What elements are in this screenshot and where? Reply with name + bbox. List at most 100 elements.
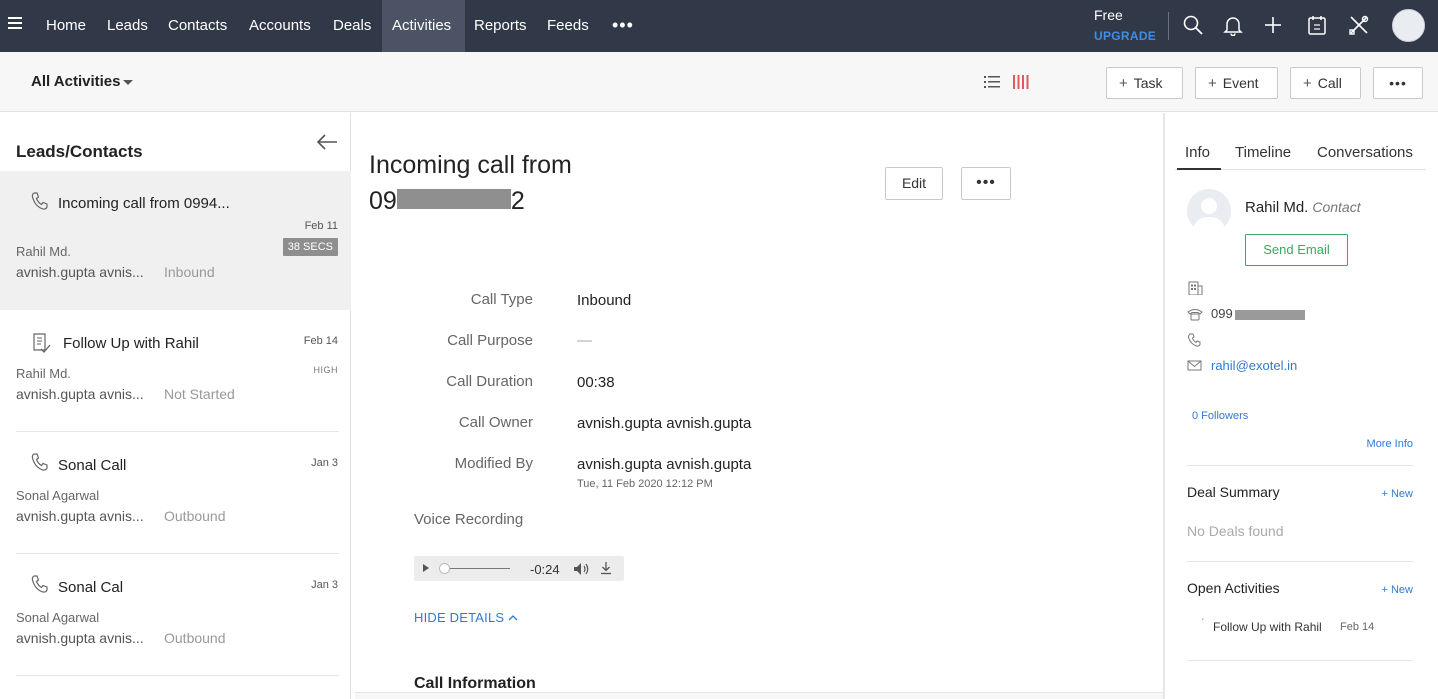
call-title: Incoming call from 09 2	[369, 147, 572, 219]
new-task-button[interactable]: + Task	[1106, 67, 1183, 99]
list-item[interactable]: Sonal Cal Jan 3 Sonal Agarwal avnish.gup…	[0, 554, 351, 676]
contact-name[interactable]: Rahil Md. Contact	[1245, 199, 1361, 216]
field-value[interactable]: 00:38	[577, 374, 615, 391]
list-item[interactable]: Follow Up with Rahil Feb 14 HIGH Rahil M…	[0, 310, 351, 432]
active-tab-indicator	[1177, 168, 1221, 170]
list-item-owner: avnish.gupta avnis...	[16, 508, 144, 524]
building-icon	[1188, 281, 1203, 295]
new-call-button[interactable]: + Call	[1290, 67, 1361, 99]
field-value[interactable]: Inbound	[577, 292, 631, 309]
search-icon[interactable]	[1182, 14, 1204, 36]
person-icon	[1193, 198, 1225, 233]
more-info-link[interactable]: More Info	[1367, 438, 1413, 450]
list-item-owner: avnish.gupta avnis...	[16, 386, 144, 402]
new-activity-link[interactable]: + New	[1382, 584, 1414, 596]
open-activity-title[interactable]: Follow Up with Rahil	[1213, 620, 1322, 634]
audio-progress-track[interactable]	[442, 568, 510, 569]
calendar-icon[interactable]	[1306, 14, 1328, 36]
header-more-button[interactable]: •••	[1373, 67, 1423, 99]
tab-info[interactable]: Info	[1185, 144, 1210, 161]
nav-deals[interactable]: Deals	[323, 0, 381, 52]
list-item[interactable]: Incoming call from 0994... Feb 11 38 SEC…	[0, 171, 351, 310]
list-item[interactable]: Sonal Call Jan 3 Sonal Agarwal avnish.gu…	[0, 432, 351, 554]
list-item-status: Outbound	[164, 630, 226, 646]
contact-avatar[interactable]	[1187, 189, 1231, 233]
tools-icon[interactable]	[1348, 14, 1370, 36]
list-title: Leads/Contacts	[16, 142, 143, 161]
chevron-up-icon[interactable]	[507, 613, 519, 622]
list-item-contact: Sonal Agarwal	[16, 610, 100, 625]
menu-icon[interactable]	[8, 17, 22, 31]
top-navigation: Home Leads Contacts Accounts Deals Activ…	[0, 0, 1438, 52]
list-item-contact: Sonal Agarwal	[16, 488, 100, 503]
phone-icon	[31, 453, 48, 471]
tab-timeline[interactable]: Timeline	[1235, 144, 1291, 161]
contact-phone[interactable]: 099	[1211, 306, 1305, 321]
new-event-button[interactable]: + Event	[1195, 67, 1278, 99]
task-icon	[33, 333, 51, 353]
nav-divider	[1168, 12, 1169, 40]
user-avatar[interactable]	[1392, 9, 1425, 42]
nav-contacts[interactable]: Contacts	[158, 0, 237, 52]
detail-more-button[interactable]: •••	[961, 167, 1011, 200]
list-item-date: Jan 3	[311, 457, 338, 469]
list-item-status: Inbound	[164, 264, 215, 280]
list-item-date: Feb 11	[304, 220, 338, 232]
section-divider	[1187, 561, 1413, 562]
list-view-icon[interactable]	[984, 74, 1000, 90]
list-item-status: Not Started	[164, 386, 235, 402]
followers-link[interactable]: 0 Followers	[1192, 410, 1248, 422]
audio-time: -0:24	[530, 562, 560, 577]
new-call-label: Call	[1317, 75, 1342, 91]
chevron-down-icon[interactable]	[123, 80, 133, 85]
download-icon[interactable]	[600, 561, 612, 575]
play-icon[interactable]	[423, 564, 429, 572]
edit-button[interactable]: Edit	[885, 167, 943, 200]
back-arrow-icon[interactable]	[316, 133, 338, 151]
volume-icon[interactable]	[573, 562, 591, 576]
contact-email-link[interactable]: rahil@exotel.in	[1211, 358, 1297, 373]
plan-label: Free	[1094, 7, 1123, 23]
kanban-view-icon[interactable]	[1013, 74, 1029, 90]
upgrade-link[interactable]: UPGRADE	[1094, 29, 1156, 43]
voice-recording-label: Voice Recording	[414, 511, 524, 528]
plus-icon: +	[1208, 75, 1217, 92]
field-label: Call Duration	[446, 373, 533, 390]
nav-activities[interactable]: Activities	[382, 0, 465, 52]
nav-feeds[interactable]: Feeds	[537, 0, 599, 52]
sub-header: All Activities + Task + Event + Call •••	[0, 52, 1438, 112]
call-number-suffix: 2	[510, 187, 525, 215]
info-pane: Info Timeline Conversations Rahil Md. Con…	[1163, 113, 1438, 699]
redacted-number	[396, 189, 511, 210]
nav-reports[interactable]: Reports	[464, 0, 537, 52]
new-deal-link[interactable]: + New	[1382, 488, 1414, 500]
field-value[interactable]: —	[577, 332, 592, 349]
section-divider	[1187, 465, 1413, 466]
list-item-title: Incoming call from 0994...	[58, 195, 230, 212]
send-email-button[interactable]: Send Email	[1245, 234, 1348, 266]
list-item-date: Jan 3	[311, 579, 338, 591]
list-item-owner: avnish.gupta avnis...	[16, 630, 144, 646]
nav-more-button[interactable]: •••	[612, 0, 634, 52]
plus-icon[interactable]	[1262, 14, 1284, 36]
section-call-information: Call Information	[414, 675, 536, 692]
tab-conversations[interactable]: Conversations	[1317, 144, 1413, 161]
phone-prefix: 099	[1211, 306, 1233, 321]
nav-accounts[interactable]: Accounts	[239, 0, 321, 52]
hide-details-link[interactable]: HIDE DETAILS	[414, 610, 504, 625]
nav-leads[interactable]: Leads	[97, 0, 158, 52]
modified-time: Tue, 11 Feb 2020 12:12 PM	[577, 478, 713, 490]
list-item-contact: Rahil Md.	[16, 366, 71, 381]
field-value[interactable]: avnish.gupta avnish.gupta	[577, 415, 751, 432]
open-activities-title: Open Activities	[1187, 580, 1280, 596]
bottom-strip	[355, 692, 1163, 699]
audio-player: -0:24	[414, 556, 624, 581]
bell-icon[interactable]	[1222, 14, 1244, 36]
no-deals-text: No Deals found	[1187, 523, 1284, 539]
nav-home[interactable]: Home	[36, 0, 96, 52]
audio-progress-knob[interactable]	[439, 563, 450, 574]
contact-name-text: Rahil Md.	[1245, 199, 1309, 216]
view-selector[interactable]: All Activities	[31, 73, 120, 90]
new-task-label: Task	[1133, 75, 1163, 91]
plus-icon: +	[1303, 75, 1312, 92]
